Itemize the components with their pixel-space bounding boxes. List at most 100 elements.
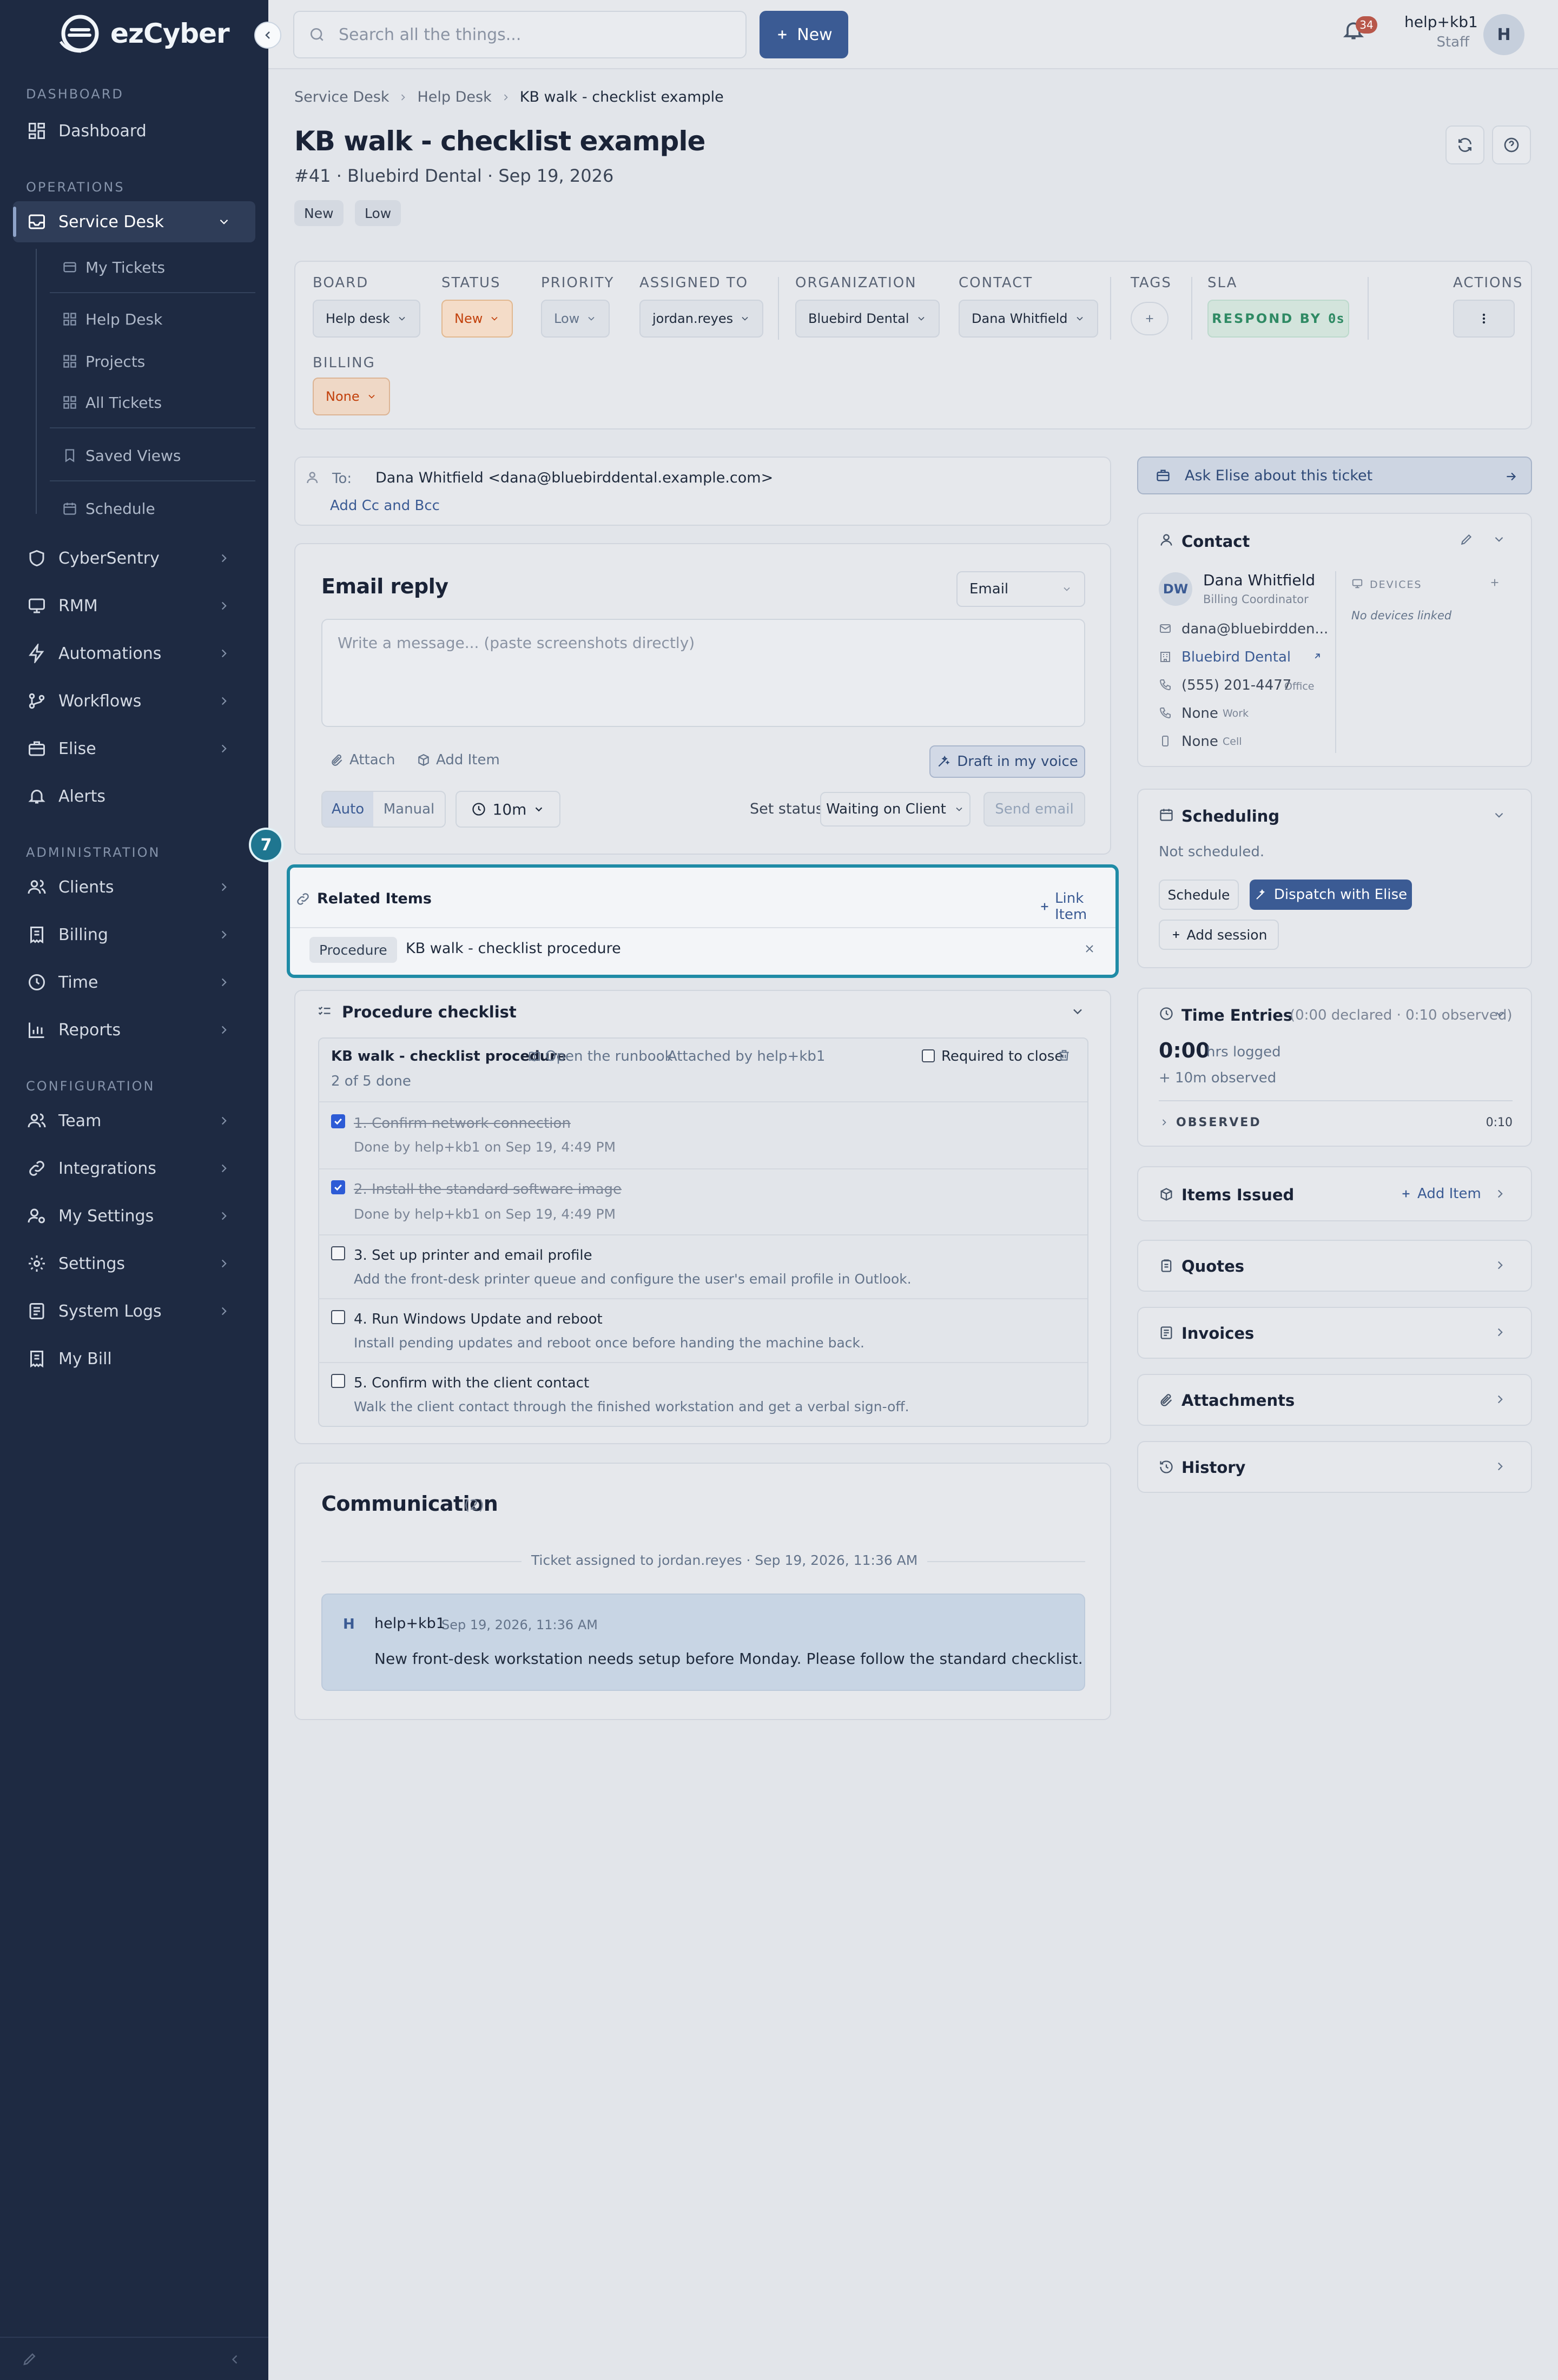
new-button[interactable]: New bbox=[760, 11, 848, 58]
sidebar-subitem-projects[interactable]: Projects bbox=[50, 344, 245, 379]
refresh-button[interactable] bbox=[1445, 125, 1484, 164]
required-to-close-label: Required to close bbox=[941, 1048, 1064, 1065]
sidebar-subitem-help-desk[interactable]: Help Desk bbox=[50, 302, 245, 336]
app-logo[interactable]: ezCyber bbox=[56, 12, 230, 55]
collapse-left-icon[interactable] bbox=[227, 2352, 242, 2367]
checklist-checkbox[interactable] bbox=[331, 1310, 345, 1324]
sidebar-item-time[interactable]: Time bbox=[13, 962, 255, 1003]
actions-menu-button[interactable] bbox=[1453, 300, 1515, 338]
contact-org-link[interactable]: Bluebird Dental bbox=[1181, 649, 1291, 665]
close-icon[interactable] bbox=[1083, 942, 1096, 955]
add-session-button[interactable]: Add session bbox=[1159, 920, 1279, 950]
chevron-down-icon bbox=[916, 313, 927, 324]
set-status-select[interactable]: Waiting on Client bbox=[820, 792, 971, 827]
contact-phone[interactable]: (555) 201-4477 bbox=[1181, 677, 1291, 693]
organization-select[interactable]: Bluebird Dental bbox=[795, 300, 940, 338]
chevron-down-icon[interactable] bbox=[1493, 1007, 1507, 1021]
pencil-icon[interactable] bbox=[1460, 532, 1474, 546]
add-tag-button[interactable] bbox=[1131, 302, 1168, 335]
schedule-button[interactable]: Schedule bbox=[1159, 880, 1239, 910]
draft-in-my-voice-button[interactable]: Draft in my voice bbox=[929, 745, 1085, 778]
sidebar-item-dashboard[interactable]: Dashboard bbox=[13, 110, 255, 151]
contact-select[interactable]: Dana Whitfield bbox=[959, 300, 1098, 338]
checklist-checkbox[interactable] bbox=[331, 1180, 345, 1194]
sidebar-collapse-button[interactable] bbox=[254, 22, 281, 49]
time-spent-select[interactable]: 10m bbox=[455, 791, 560, 828]
required-to-close-checkbox[interactable] bbox=[922, 1049, 935, 1062]
checklist-checkbox[interactable] bbox=[331, 1374, 345, 1388]
board-select[interactable]: Help desk bbox=[313, 300, 420, 338]
sidebar-item-reports[interactable]: Reports bbox=[13, 1009, 255, 1050]
receipt-icon bbox=[26, 1348, 48, 1370]
manual-toggle[interactable]: Manual bbox=[373, 792, 445, 827]
plus-icon[interactable] bbox=[1489, 577, 1501, 589]
sidebar-item-billing[interactable]: Billing bbox=[13, 914, 255, 955]
contact-title: Contact bbox=[1181, 532, 1250, 551]
items-issued-add-button[interactable]: Add Item bbox=[1400, 1186, 1481, 1202]
billing-select[interactable]: None bbox=[313, 378, 390, 415]
sidebar-item-cybersentry[interactable]: CyberSentry bbox=[13, 538, 255, 579]
assigned-select[interactable]: jordan.reyes bbox=[639, 300, 764, 338]
sidebar-subitem-schedule[interactable]: Schedule bbox=[50, 491, 245, 526]
send-email-button[interactable]: Send email bbox=[983, 792, 1085, 827]
add-cc-bcc-link[interactable]: Add Cc and Bcc bbox=[330, 498, 440, 514]
sidebar-subitem-saved-views[interactable]: Saved Views bbox=[50, 438, 245, 473]
sidebar-item-team[interactable]: Team bbox=[13, 1100, 255, 1141]
sidebar-item-workflows[interactable]: Workflows bbox=[13, 680, 255, 722]
message-textarea[interactable]: Write a message... (paste screenshots di… bbox=[321, 619, 1085, 727]
breadcrumb-help-desk[interactable]: Help Desk bbox=[417, 89, 491, 105]
chevron-down-icon[interactable] bbox=[1492, 532, 1506, 546]
breadcrumb-service-desk[interactable]: Service Desk bbox=[294, 89, 389, 105]
quotes-card[interactable]: Quotes bbox=[1137, 1240, 1532, 1292]
dashboard-icon bbox=[26, 120, 48, 142]
sidebar-subitem-all-tickets[interactable]: All Tickets bbox=[50, 385, 245, 420]
edit-icon[interactable] bbox=[22, 2351, 38, 2367]
chevron-down-icon[interactable] bbox=[1070, 1004, 1085, 1019]
avatar[interactable]: H bbox=[1483, 14, 1524, 55]
status-badge: New bbox=[294, 200, 344, 226]
sidebar-item-my-settings[interactable]: My Settings bbox=[13, 1195, 255, 1237]
checklist-checkbox[interactable] bbox=[331, 1246, 345, 1260]
reply-mode-select[interactable]: Email bbox=[956, 571, 1085, 607]
related-item-link[interactable]: KB walk - checklist procedure bbox=[406, 940, 621, 957]
sidebar-item-settings[interactable]: Settings bbox=[13, 1243, 255, 1284]
invoices-card[interactable]: Invoices bbox=[1137, 1307, 1532, 1359]
sidebar-item-rmm[interactable]: RMM bbox=[13, 585, 255, 626]
add-item-button[interactable]: Add Item bbox=[417, 752, 500, 768]
sidebar-item-alerts[interactable]: Alerts bbox=[13, 776, 255, 817]
search-input[interactable]: Search all the things... bbox=[293, 11, 747, 58]
notifications-button[interactable]: 34 bbox=[1342, 16, 1377, 49]
ask-elise-button[interactable]: Ask Elise about this ticket bbox=[1137, 457, 1532, 494]
attachments-card[interactable]: Attachments bbox=[1137, 1374, 1532, 1426]
chevron-down-icon[interactable] bbox=[1492, 808, 1506, 822]
open-runbook-link[interactable]: Open the runbook bbox=[528, 1048, 673, 1065]
refresh-icon bbox=[1456, 136, 1474, 154]
monitor-icon bbox=[1351, 578, 1363, 590]
sidebar-subitem-my-tickets[interactable]: My Tickets bbox=[50, 250, 245, 285]
status-select[interactable]: New bbox=[441, 300, 513, 338]
attach-button[interactable]: Attach bbox=[330, 752, 395, 768]
sidebar-item-integrations[interactable]: Integrations bbox=[13, 1148, 255, 1189]
phone-icon bbox=[1159, 706, 1172, 719]
user-menu[interactable]: help+kb1 Staff bbox=[1404, 13, 1478, 50]
sidebar-item-automations[interactable]: Automations bbox=[13, 633, 255, 674]
help-button[interactable] bbox=[1492, 125, 1531, 164]
items-issued-card[interactable]: Items Issued Add Item bbox=[1137, 1166, 1532, 1221]
checklist-checkbox[interactable] bbox=[331, 1114, 345, 1128]
dispatch-with-elise-button[interactable]: Dispatch with Elise bbox=[1250, 880, 1412, 910]
auto-toggle[interactable]: Auto bbox=[322, 792, 373, 827]
observed-row[interactable]: OBSERVED 0:10 bbox=[1159, 1109, 1513, 1136]
priority-select[interactable]: Low bbox=[541, 300, 610, 338]
sidebar-item-my-bill[interactable]: My Bill bbox=[13, 1338, 255, 1379]
history-card[interactable]: History bbox=[1137, 1441, 1532, 1493]
sidebar-item-service-desk[interactable]: Service Desk bbox=[13, 201, 255, 242]
sidebar-item-system-logs[interactable]: System Logs bbox=[13, 1291, 255, 1332]
to-recipient[interactable]: Dana Whitfield <dana@bluebirddental.exam… bbox=[375, 470, 773, 486]
email-reply-title: Email reply bbox=[321, 574, 448, 598]
sidebar-item-elise[interactable]: Elise bbox=[13, 728, 255, 769]
contact-email[interactable]: dana@bluebirdden... bbox=[1181, 621, 1328, 637]
link-item-button[interactable]: Link Item bbox=[1039, 890, 1115, 923]
sidebar-item-clients[interactable]: Clients bbox=[13, 867, 255, 908]
trash-icon[interactable] bbox=[1057, 1048, 1071, 1062]
sidebar-label: Elise bbox=[58, 739, 96, 758]
